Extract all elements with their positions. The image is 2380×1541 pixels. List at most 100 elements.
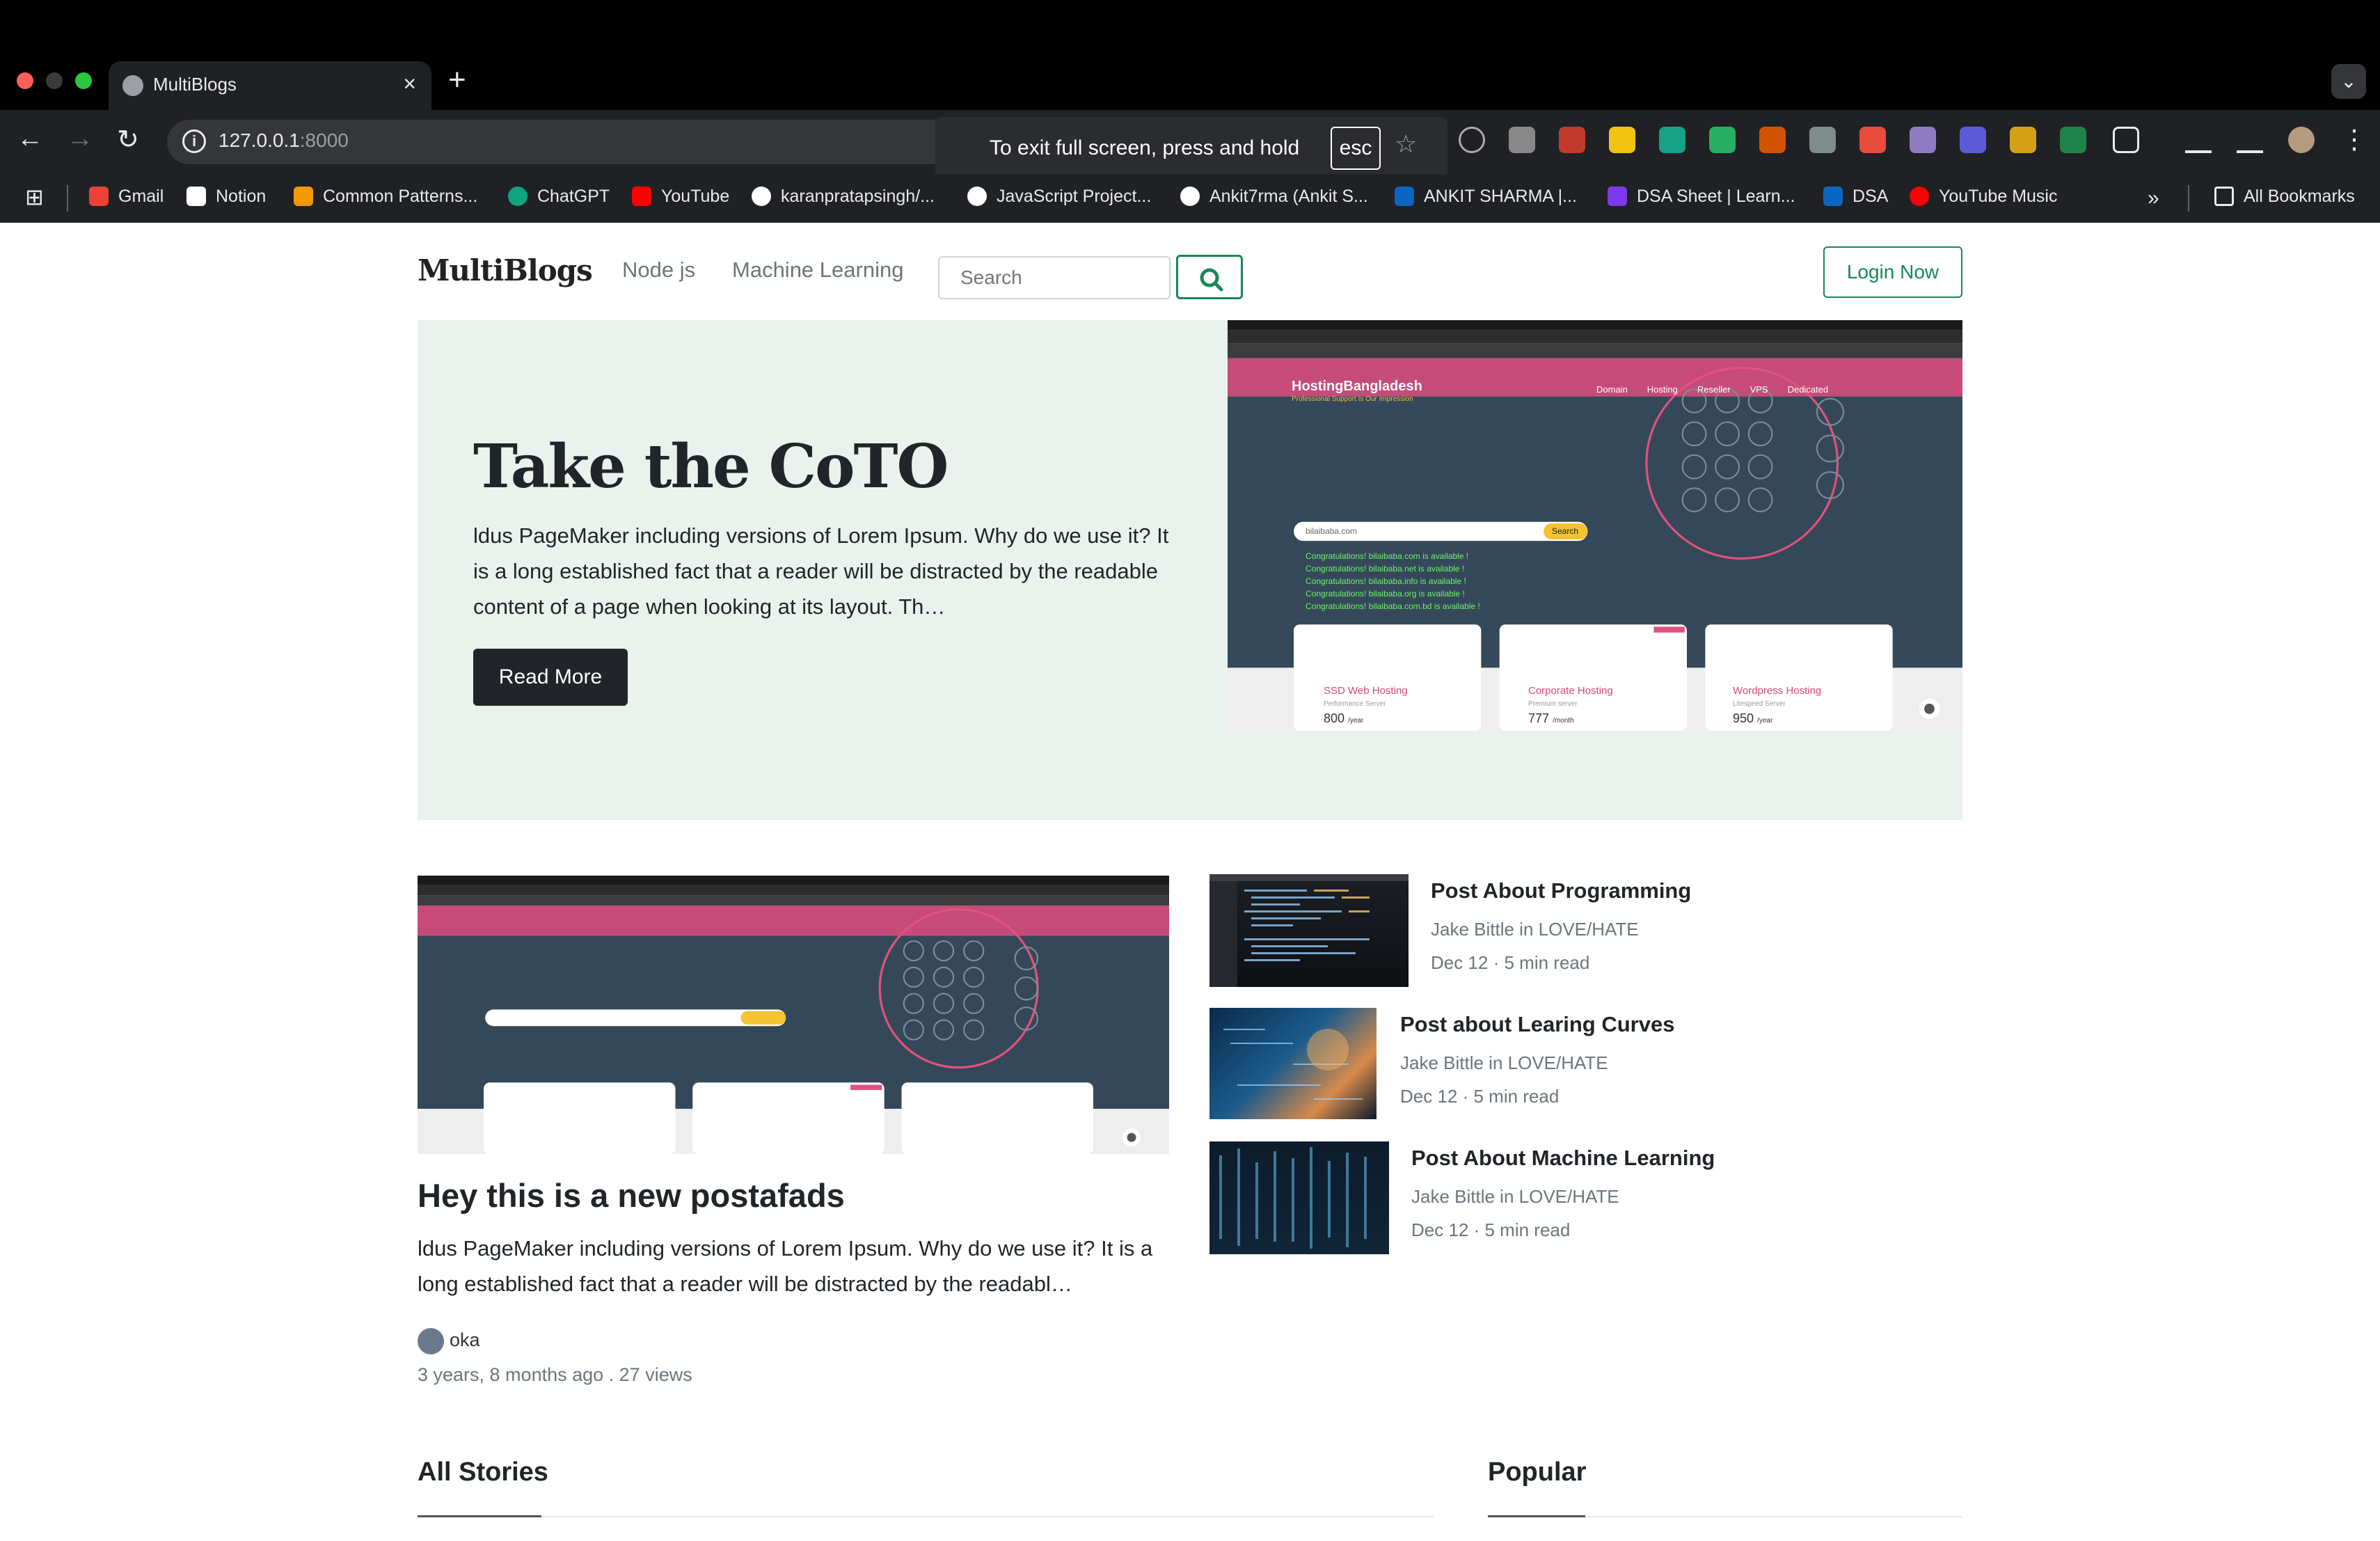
extension-icon[interactable] [1910, 127, 1936, 153]
tab-title: MultiBlogs [153, 74, 237, 95]
globe-icon [967, 187, 987, 206]
side-post-author: Jake Bittle in LOVE/HATE [1411, 1186, 1619, 1207]
gmail-icon [89, 187, 109, 206]
extensions-puzzle-icon[interactable] [2113, 127, 2139, 153]
tab-search-button[interactable]: ⌄ [2331, 64, 2366, 99]
extension-icon[interactable] [1509, 127, 1535, 153]
side-post-title[interactable]: Post About Programming [1431, 878, 1691, 903]
fullscreen-notice-text: To exit full screen, press and hold [990, 136, 1300, 159]
youtube-icon [632, 187, 651, 206]
preview-card-1-name: SSD Web Hosting [1324, 685, 1408, 697]
login-button[interactable]: Login Now [1823, 246, 1962, 298]
extension-icon[interactable] [1759, 127, 1786, 153]
extension-lock-icon[interactable] [1609, 127, 1635, 153]
bookmark-youtube-music[interactable]: YouTube Music [1910, 187, 2057, 207]
forward-icon[interactable]: → [67, 124, 93, 154]
bookmark-dsa[interactable]: DSA [1823, 187, 1888, 207]
extension-shield-icon[interactable] [1709, 127, 1736, 153]
side-post-author: Jake Bittle in LOVE/HATE [1431, 919, 1639, 940]
preview-card-1-price: 800 /year [1324, 711, 1364, 725]
avatar [418, 1328, 444, 1354]
side-post-thumbnail[interactable] [1209, 874, 1409, 987]
web-page: MultiBlogs Node js Machine Learning Logi… [0, 223, 2380, 1541]
hosting-site-screenshot [418, 876, 1169, 1154]
back-icon[interactable]: ← [17, 124, 43, 154]
reload-icon[interactable]: ↻ [117, 124, 139, 155]
featured-post-image[interactable] [418, 876, 1169, 1154]
hero-title: Take the CoTO [473, 432, 949, 502]
preview-card-3-price: 950 /year [1733, 711, 1773, 725]
nav-node-js[interactable]: Node js [622, 258, 695, 283]
more-menu-icon[interactable]: ⋮ [2341, 124, 2367, 155]
bookmark-icon [1608, 187, 1627, 206]
new-tab-button[interactable]: + [448, 63, 466, 97]
featured-post-title[interactable]: Hey this is a new postafads [418, 1176, 845, 1215]
side-post-title[interactable]: Post about Learing Curves [1400, 1012, 1674, 1037]
bookmark-common-patterns[interactable]: Common Patterns... [294, 187, 477, 207]
side-post-title[interactable]: Post About Machine Learning [1411, 1146, 1715, 1171]
download-icon[interactable] [2237, 127, 2263, 153]
side-post-thumbnail[interactable] [1209, 1141, 1389, 1254]
hero-image[interactable]: HostingBangladesh Professional Support I… [1228, 320, 1962, 731]
preview-card-1-sub: Performance Server [1324, 700, 1386, 708]
bookmark-icon [294, 187, 313, 206]
popular-divider [1488, 1515, 1962, 1517]
active-tab[interactable]: MultiBlogs × [109, 61, 431, 110]
bookmark-dsa-sheet[interactable]: DSA Sheet | Learn... [1608, 187, 1795, 207]
preview-card-3-name: Wordpress Hosting [1733, 685, 1822, 697]
notion-icon [187, 187, 206, 206]
bookmark-chatgpt[interactable]: ChatGPT [508, 187, 610, 207]
author-name[interactable]: oka [450, 1329, 480, 1351]
url-text: 127.0.0.1:8000 [219, 129, 349, 151]
extension-edit-icon[interactable] [1809, 127, 1836, 153]
nav-machine-learning[interactable]: Machine Learning [732, 258, 903, 283]
preview-card-3-sub: Litespeed Server [1733, 700, 1786, 708]
more-bookmarks-icon[interactable]: » [2148, 187, 2159, 210]
search-icon [1200, 268, 1223, 292]
bookmark-notion[interactable]: Notion [187, 187, 266, 207]
all-stories-divider [418, 1515, 1434, 1517]
github-icon [1180, 187, 1200, 206]
bookmark-gmail[interactable]: Gmail [89, 187, 164, 207]
extension-react-icon[interactable] [1459, 127, 1485, 153]
all-bookmarks-folder[interactable]: All Bookmarks [2214, 187, 2355, 207]
chatgpt-icon [508, 187, 527, 206]
folder-icon [2214, 187, 2234, 206]
maximize-window-button[interactable] [75, 72, 92, 89]
preview-brand: HostingBangladesh [1292, 379, 1422, 394]
close-window-button[interactable] [17, 72, 33, 89]
bookmark-ankit-sharma[interactable]: ANKIT SHARMA |... [1395, 187, 1577, 207]
side-post-author: Jake Bittle in LOVE/HATE [1400, 1052, 1608, 1073]
preview-card-2-name: Corporate Hosting [1528, 685, 1613, 697]
media-controls-icon[interactable] [2185, 127, 2212, 153]
globe-icon [122, 75, 143, 96]
bookmark-youtube[interactable]: YouTube [632, 187, 729, 207]
read-more-button[interactable]: Read More [473, 649, 628, 706]
site-logo[interactable]: MultiBlogs [418, 253, 593, 287]
search-input[interactable] [938, 256, 1171, 299]
minimize-window-button[interactable] [46, 72, 63, 89]
bookmark-karanpratapsingh[interactable]: karanpratapsingh/... [752, 187, 935, 207]
profile-avatar[interactable] [2288, 127, 2315, 153]
apps-grid-icon[interactable]: ⊞ [25, 184, 44, 210]
preview-card-2-sub: Premium server [1528, 700, 1578, 708]
extension-icon[interactable] [1559, 127, 1585, 153]
hero-banner: Take the CoTO ldus PageMaker including v… [418, 320, 1962, 820]
extension-icon[interactable] [2010, 127, 2036, 153]
bookmark-star-icon[interactable]: ☆ [1395, 129, 1417, 159]
side-post-thumbnail[interactable] [1209, 1008, 1377, 1119]
bookmark-javascript-project[interactable]: JavaScript Project... [967, 187, 1151, 207]
extension-icon[interactable] [2060, 127, 2086, 153]
preview-search-button: Search [1552, 526, 1579, 536]
preview-search-value: bilaibaba.com [1306, 526, 1358, 536]
bookmark-ankit7rma[interactable]: Ankit7rma (Ankit S... [1180, 187, 1368, 207]
extension-icon[interactable] [1960, 127, 1986, 153]
search-button[interactable] [1176, 255, 1243, 299]
hero-excerpt: ldus PageMaker including versions of Lor… [473, 523, 1169, 619]
bookmarks-bar: ⊞ Gmail Notion Common Patterns... ChatGP… [0, 174, 2380, 223]
close-tab-icon[interactable]: × [403, 71, 416, 97]
site-info-icon[interactable]: i [182, 129, 206, 153]
extension-icon[interactable] [1659, 127, 1685, 153]
extension-icon[interactable] [1859, 127, 1886, 153]
linkedin-icon [1395, 187, 1414, 206]
